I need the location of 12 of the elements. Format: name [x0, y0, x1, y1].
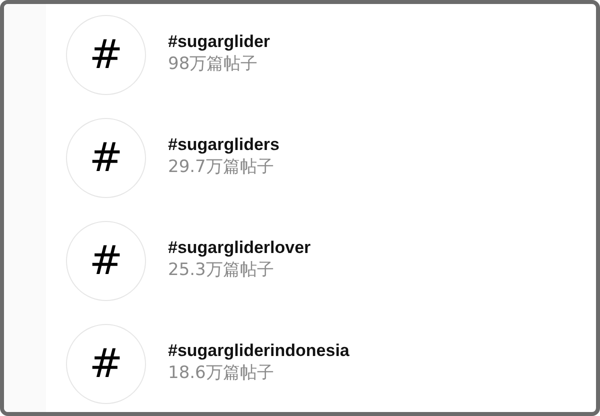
post-count: 98万篇帖子 — [168, 53, 259, 75]
hashtag-icon: # — [66, 118, 146, 198]
hashtag-name[interactable]: #sugarglider — [168, 31, 270, 53]
hashtag-icon: # — [66, 324, 146, 404]
post-count: 29.7万篇帖子 — [168, 156, 275, 178]
hashtag-name[interactable]: #sugargliderlover — [168, 237, 311, 259]
post-count: 18.6万篇帖子 — [168, 362, 275, 384]
post-count: 25.3万篇帖子 — [168, 259, 275, 281]
hashtag-name[interactable]: #sugargliderindonesia — [168, 340, 350, 362]
hashtag-icon: # — [66, 15, 146, 95]
hashtag-icon: # — [66, 221, 146, 301]
hashtag-name[interactable]: #sugargliders — [168, 134, 280, 156]
